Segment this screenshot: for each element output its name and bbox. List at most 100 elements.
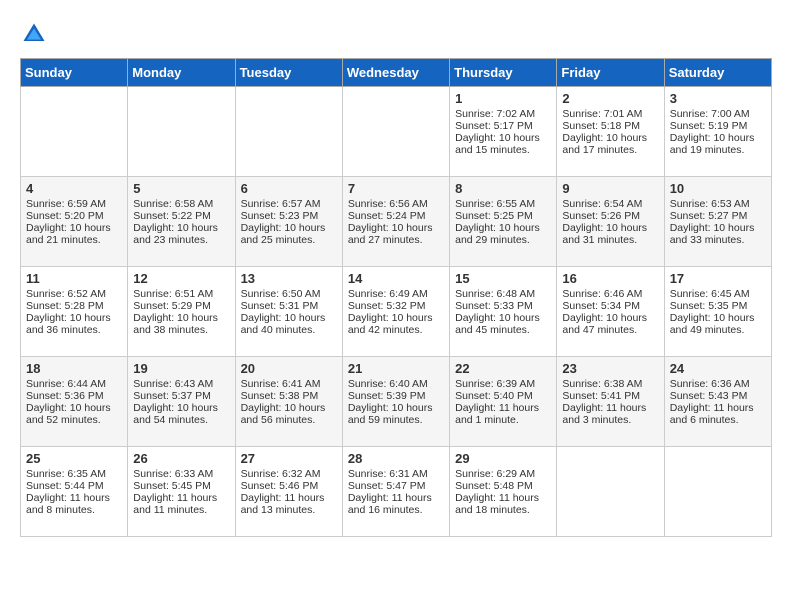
day-info: Sunset: 5:34 PM (562, 300, 658, 312)
day-number: 26 (133, 451, 229, 466)
day-info: Sunset: 5:46 PM (241, 480, 337, 492)
day-info: Sunrise: 6:33 AM (133, 468, 229, 480)
day-number: 12 (133, 271, 229, 286)
day-info: Sunrise: 6:40 AM (348, 378, 444, 390)
day-number: 28 (348, 451, 444, 466)
day-info: and 8 minutes. (26, 504, 122, 516)
day-info: and 18 minutes. (455, 504, 551, 516)
day-info: and 40 minutes. (241, 324, 337, 336)
day-info: Daylight: 10 hours (562, 222, 658, 234)
calendar-cell: 7Sunrise: 6:56 AMSunset: 5:24 PMDaylight… (342, 177, 449, 267)
day-info: Sunrise: 6:29 AM (455, 468, 551, 480)
header-wednesday: Wednesday (342, 59, 449, 87)
day-number: 23 (562, 361, 658, 376)
day-info: Sunrise: 7:00 AM (670, 108, 766, 120)
calendar-cell (128, 87, 235, 177)
day-info: Sunset: 5:25 PM (455, 210, 551, 222)
day-info: Sunset: 5:36 PM (26, 390, 122, 402)
day-info: Daylight: 10 hours (241, 402, 337, 414)
day-info: and 45 minutes. (455, 324, 551, 336)
day-info: Sunset: 5:37 PM (133, 390, 229, 402)
day-info: Sunset: 5:35 PM (670, 300, 766, 312)
day-number: 11 (26, 271, 122, 286)
day-info: and 11 minutes. (133, 504, 229, 516)
day-info: Sunrise: 6:49 AM (348, 288, 444, 300)
day-number: 22 (455, 361, 551, 376)
calendar-cell: 15 Sunrise: 6:48 AMSunset: 5:33 PMDayligh… (450, 267, 557, 357)
day-number: 24 (670, 361, 766, 376)
day-info: and 19 minutes. (670, 144, 766, 156)
day-info: Sunrise: 6:31 AM (348, 468, 444, 480)
day-info: Daylight: 10 hours (562, 132, 658, 144)
day-number: 20 (241, 361, 337, 376)
day-info: and 56 minutes. (241, 414, 337, 426)
day-info: Sunset: 5:43 PM (670, 390, 766, 402)
day-info: Sunset: 5:28 PM (26, 300, 122, 312)
day-info: Sunset: 5:33 PM (455, 300, 551, 312)
day-number: 5 (133, 181, 229, 196)
day-info: Sunset: 5:45 PM (133, 480, 229, 492)
day-info: Sunset: 5:47 PM (348, 480, 444, 492)
calendar-cell: 14Sunrise: 6:49 AMSunset: 5:32 PMDayligh… (342, 267, 449, 357)
day-info: Daylight: 10 hours (562, 312, 658, 324)
calendar-cell: 13Sunrise: 6:50 AMSunset: 5:31 PMDayligh… (235, 267, 342, 357)
day-info: Daylight: 10 hours (133, 402, 229, 414)
day-info: Sunset: 5:17 PM (455, 120, 551, 132)
day-info: Sunrise: 6:50 AM (241, 288, 337, 300)
day-info: Sunrise: 6:55 AM (455, 198, 551, 210)
header-thursday: Thursday (450, 59, 557, 87)
day-info: Daylight: 10 hours (26, 402, 122, 414)
calendar-cell: 27Sunrise: 6:32 AMSunset: 5:46 PMDayligh… (235, 447, 342, 537)
day-number: 18 (26, 361, 122, 376)
calendar-week-5: 25Sunrise: 6:35 AMSunset: 5:44 PMDayligh… (21, 447, 772, 537)
logo-icon (20, 20, 48, 48)
day-info: Sunrise: 6:43 AM (133, 378, 229, 390)
day-info: Sunrise: 6:39 AM (455, 378, 551, 390)
day-info: Daylight: 10 hours (348, 222, 444, 234)
day-info: and 13 minutes. (241, 504, 337, 516)
day-info: Sunrise: 6:44 AM (26, 378, 122, 390)
day-number: 21 (348, 361, 444, 376)
day-info: Sunrise: 6:57 AM (241, 198, 337, 210)
day-info: Sunrise: 6:35 AM (26, 468, 122, 480)
day-info: Sunset: 5:26 PM (562, 210, 658, 222)
day-info: Sunrise: 6:54 AM (562, 198, 658, 210)
header (20, 20, 772, 48)
calendar-cell: 18 Sunrise: 6:44 AMSunset: 5:36 PMDayligh… (21, 357, 128, 447)
day-info: Sunset: 5:19 PM (670, 120, 766, 132)
day-number: 25 (26, 451, 122, 466)
calendar-cell: 24Sunrise: 6:36 AMSunset: 5:43 PMDayligh… (664, 357, 771, 447)
day-info: Sunrise: 6:59 AM (26, 198, 122, 210)
header-monday: Monday (128, 59, 235, 87)
calendar-cell (342, 87, 449, 177)
day-info: Daylight: 10 hours (455, 312, 551, 324)
day-info: Sunrise: 6:52 AM (26, 288, 122, 300)
calendar-cell: 11Sunrise: 6:52 AMSunset: 5:28 PMDayligh… (21, 267, 128, 357)
day-info: and 38 minutes. (133, 324, 229, 336)
day-info: Sunset: 5:32 PM (348, 300, 444, 312)
day-info: Sunrise: 7:02 AM (455, 108, 551, 120)
day-info: Sunrise: 6:36 AM (670, 378, 766, 390)
header-sunday: Sunday (21, 59, 128, 87)
calendar-cell: 23Sunrise: 6:38 AMSunset: 5:41 PMDayligh… (557, 357, 664, 447)
calendar-cell (21, 87, 128, 177)
calendar-cell (235, 87, 342, 177)
calendar-cell (557, 447, 664, 537)
day-info: and 21 minutes. (26, 234, 122, 246)
day-number: 15 (455, 271, 551, 286)
day-info: Sunrise: 6:48 AM (455, 288, 551, 300)
calendar-cell: 22Sunrise: 6:39 AMSunset: 5:40 PMDayligh… (450, 357, 557, 447)
day-number: 27 (241, 451, 337, 466)
day-info: Sunset: 5:31 PM (241, 300, 337, 312)
day-info: Daylight: 11 hours (348, 492, 444, 504)
day-info: Daylight: 10 hours (241, 222, 337, 234)
calendar-week-1: 1Sunrise: 7:02 AMSunset: 5:17 PMDaylight… (21, 87, 772, 177)
calendar-week-4: 18Sunrise: 6:44 AMSunset: 5:36 PMDayligh… (21, 357, 772, 447)
day-info: Sunrise: 6:58 AM (133, 198, 229, 210)
day-number: 19 (133, 361, 229, 376)
calendar-cell: 1Sunrise: 7:02 AMSunset: 5:17 PMDaylight… (450, 87, 557, 177)
calendar-cell: 19 Sunrise: 6:43 AMSunset: 5:37 PMDayligh… (128, 357, 235, 447)
day-info: and 47 minutes. (562, 324, 658, 336)
day-info: Daylight: 11 hours (241, 492, 337, 504)
calendar-header-row: SundayMondayTuesdayWednesdayThursdayFrid… (21, 59, 772, 87)
